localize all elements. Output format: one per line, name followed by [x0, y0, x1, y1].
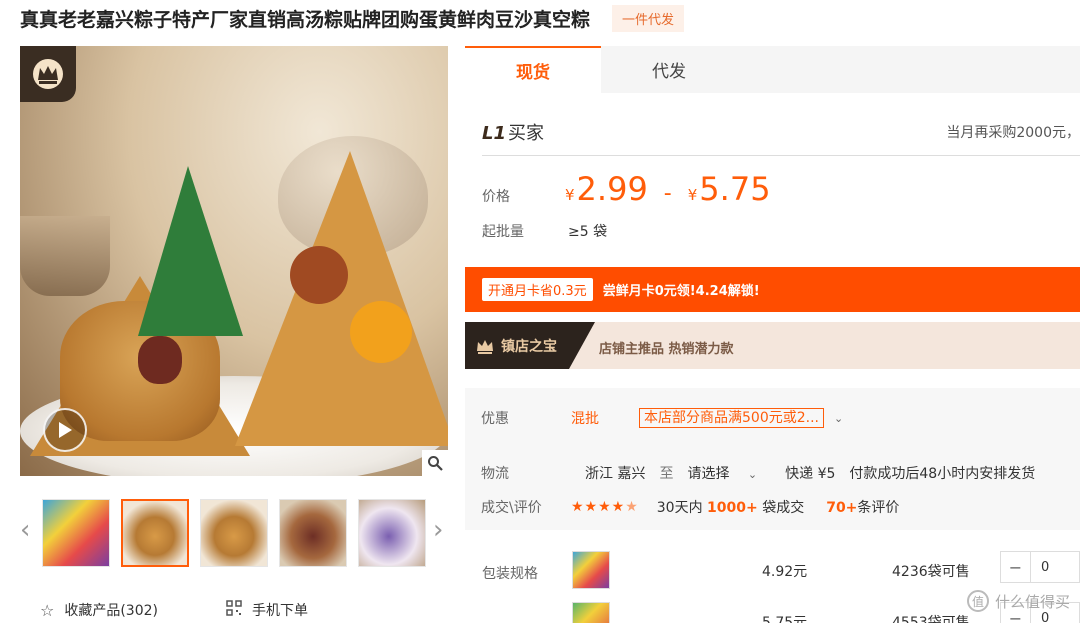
review-summary[interactable]: 70+条评价 — [826, 497, 899, 517]
discount-label: 优惠 — [481, 411, 509, 427]
purchase-tabs: 现货 代发 — [465, 46, 1080, 93]
deal-summary[interactable]: 30天内 1000+ 袋成交 — [657, 497, 804, 517]
product-actions: ☆ 收藏产品(302) 手机下单 — [40, 600, 376, 620]
zongzi-right — [235, 151, 448, 446]
destination-select[interactable]: 请选择 ⌄ — [687, 463, 771, 483]
tab-dropship[interactable]: 代发 — [601, 46, 737, 93]
chevron-left-icon[interactable]: ‹ — [20, 515, 30, 545]
deal-prefix: 30天内 — [656, 500, 703, 516]
chevron-down-icon: ⌄ — [747, 468, 758, 481]
dispatch-time: 付款成功后48小时内安排发货 — [849, 466, 1036, 482]
currency-symbol-high: ¥ — [687, 186, 698, 204]
sku-stock: 4553袋可售 — [892, 615, 970, 623]
star-outline-icon: ☆ — [40, 600, 55, 620]
logistics-row: 物流 浙江 嘉兴 至 请选择 ⌄ 快递 ¥5 付款成功后48小时内安排发货 — [481, 463, 1049, 483]
moq-label: 起批量 — [482, 224, 524, 240]
mixed-batch-label[interactable]: 混批 — [571, 408, 599, 428]
thumbnail-1[interactable] — [42, 499, 110, 567]
treasure-name: 镇店之宝 — [501, 338, 557, 355]
quantity-input[interactable]: 0 — [1031, 552, 1049, 582]
price-separator: - — [663, 181, 672, 206]
sku-stock: 4236袋可售 — [892, 564, 970, 580]
main-product-image[interactable] — [20, 46, 448, 476]
logistics-label: 物流 — [481, 466, 509, 482]
price-low: 2.99 — [576, 170, 648, 208]
video-play-button[interactable] — [43, 408, 87, 452]
title-row: 真真老老嘉兴粽子特产厂家直销高汤粽贴牌团购蛋黄鲜肉豆沙真空粽 一件代发 — [20, 4, 685, 32]
buyer-level-code: L1 — [482, 122, 506, 144]
favorite-label: 收藏产品(302) — [64, 603, 158, 619]
zoom-icon — [428, 456, 443, 471]
buyer-level: L1 买家 — [482, 119, 544, 145]
product-title: 真真老老嘉兴粽子特产厂家直销高汤粽贴牌团购蛋黄鲜肉豆沙真空粽 — [20, 8, 591, 31]
store-coupon[interactable]: 本店部分商品满500元或2... — [639, 408, 824, 428]
purchase-info: 优惠 混批 本店部分商品满500元或2... ⌄ 物流 浙江 嘉兴 至 请选择 … — [465, 388, 1080, 530]
deals-label: 成交\评价 — [481, 500, 542, 516]
egg-yolk-filling — [350, 301, 412, 363]
zoom-button[interactable] — [422, 450, 448, 476]
promo-text: 尝鲜月卡0元领!4.24解锁! — [602, 284, 760, 299]
tab-in-stock[interactable]: 现货 — [465, 46, 601, 93]
ship-to: 至 — [659, 466, 674, 482]
ship-origin: 浙江 嘉兴 — [585, 466, 646, 482]
mobile-order-button[interactable]: 手机下单 — [226, 600, 308, 620]
price-high: 5.75 — [699, 170, 771, 208]
chevron-right-icon[interactable]: › — [433, 515, 443, 545]
sku-price: 5.75元 — [762, 615, 808, 623]
price-range: ¥ 2.99 - ¥ 5.75 — [565, 170, 771, 208]
price-label: 价格 — [482, 189, 510, 205]
qrcode-icon — [226, 600, 242, 620]
thumbnail-5[interactable] — [358, 499, 426, 567]
buyer-level-row: L1 买家 当月再采购2000元， — [482, 108, 1080, 156]
bamboo-leaf — [138, 166, 243, 336]
chevron-down-icon[interactable]: ⌄ — [834, 412, 843, 425]
month-card-chip[interactable]: 开通月卡省0.3元 — [482, 278, 593, 301]
buyer-upgrade-note: 当月再采购2000元， — [946, 124, 1080, 141]
store-treasure-banner: 镇店之宝 店铺主推品 热销潜力款 — [465, 322, 1080, 369]
review-count: 70+ — [826, 500, 858, 516]
site-watermark: 值 什么值得买 — [966, 590, 1070, 612]
treasure-subtitle: 店铺主推品 热销潜力款 — [599, 342, 734, 357]
favorite-button[interactable]: ☆ 收藏产品(302) — [40, 600, 158, 620]
destination-select-label: 请选择 — [687, 466, 730, 482]
moq-value: ≥5 袋 — [568, 224, 608, 240]
deal-count: 1000+ — [707, 500, 758, 516]
minus-icon[interactable]: − — [1001, 552, 1031, 582]
meat-filling-left — [138, 336, 182, 384]
thumbnail-4[interactable] — [279, 499, 347, 567]
buyer-level-label: 买家 — [508, 122, 544, 144]
sku-image[interactable] — [572, 551, 610, 589]
thumbnail-strip: ‹ › — [20, 497, 450, 569]
currency-symbol-low: ¥ — [565, 186, 575, 204]
watermark-text: 什么值得买 — [994, 592, 1070, 611]
deals-row: 成交\评价 ★★★★★ 30天内 1000+ 袋成交 70+条评价 — [481, 497, 899, 517]
crown-badge — [20, 46, 76, 102]
deal-suffix: 袋成交 — [762, 500, 805, 516]
play-icon — [59, 422, 72, 438]
spec-label: 包装规格 — [482, 566, 538, 582]
sku-image[interactable] — [572, 602, 610, 623]
membership-promo-banner[interactable]: 开通月卡省0.3元 尝鲜月卡0元领!4.24解锁! — [465, 267, 1080, 312]
mobile-order-label: 手机下单 — [252, 603, 308, 619]
thumbnail-3[interactable] — [200, 499, 268, 567]
sku-price: 4.92元 — [762, 564, 808, 580]
quantity-stepper: − 0 — [1000, 551, 1080, 583]
crown-icon — [33, 59, 63, 89]
sku-row: 4.92元 4236袋可售 − 0 — [570, 551, 1080, 591]
thumbnail-2[interactable] — [121, 499, 189, 567]
watermark-logo: 值 — [966, 590, 989, 612]
treasure-badge: 镇店之宝 — [465, 322, 595, 369]
dropship-tag[interactable]: 一件代发 — [612, 4, 685, 32]
discount-row: 优惠 混批 本店部分商品满500元或2... ⌄ — [481, 408, 843, 428]
rating-stars: ★★★★★ — [571, 499, 639, 515]
review-suffix: 条评价 — [857, 500, 900, 516]
express-fee: 快递 ¥5 — [785, 466, 836, 482]
meat-filling — [290, 246, 348, 304]
crown-icon — [477, 339, 493, 354]
